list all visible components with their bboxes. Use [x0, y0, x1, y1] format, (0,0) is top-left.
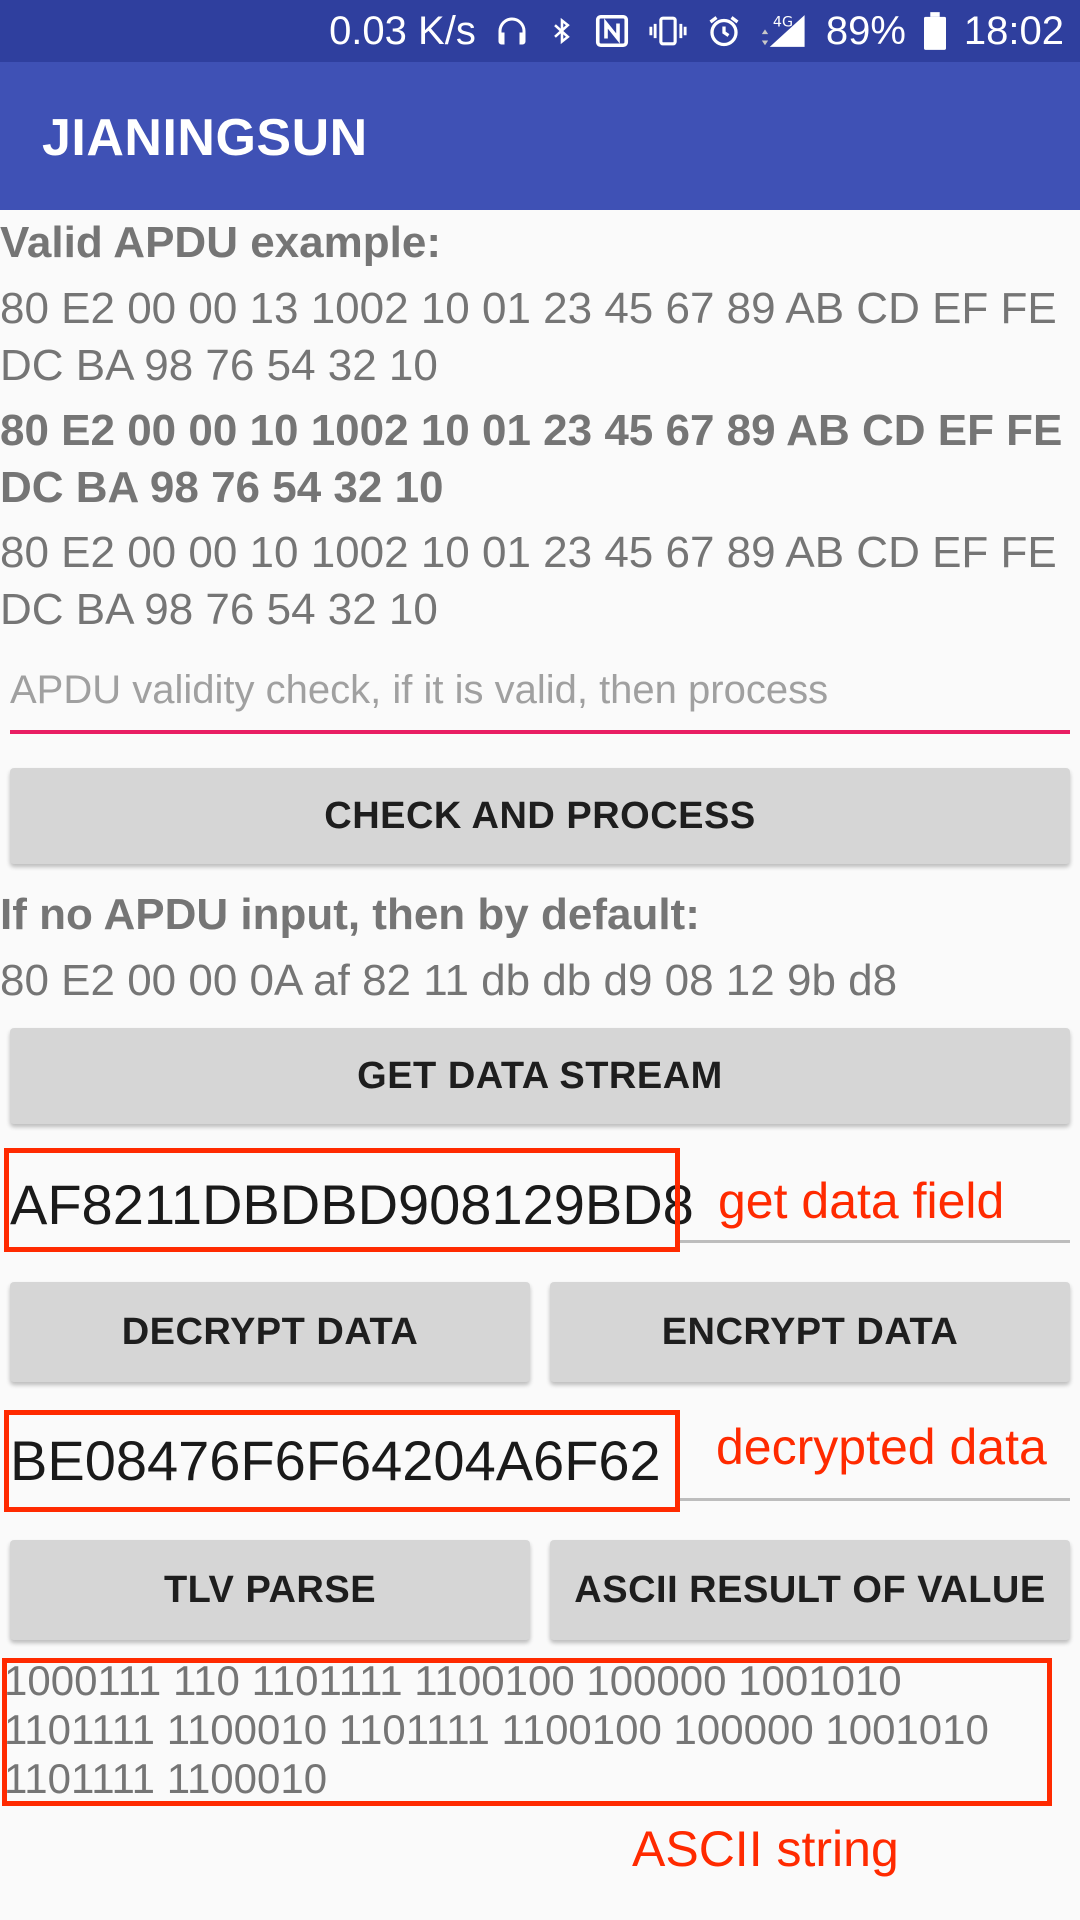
app-title: JIANINGSUN [42, 109, 368, 167]
clock: 18:02 [963, 8, 1064, 53]
check-and-process-button[interactable]: CHECK AND PROCESS [10, 768, 1070, 864]
svg-text:4G: 4G [773, 14, 793, 30]
battery-percentage: 89% [825, 8, 906, 53]
battery-icon [923, 12, 946, 50]
data-field-highlight [4, 1148, 680, 1252]
headphones-icon [494, 13, 530, 49]
ascii-output-highlight [2, 1658, 1052, 1806]
decrypted-field-highlight [4, 1410, 680, 1512]
signal-icon: 4G [760, 12, 808, 50]
vibrate-icon [648, 13, 688, 49]
ascii-output-annotation: ASCII string [632, 1821, 899, 1877]
nfc-icon [594, 13, 630, 49]
tlv-parse-button[interactable]: TLV PARSE [10, 1540, 530, 1640]
example-apdu-1: 80 E2 00 00 13 1002 10 01 23 45 67 89 AB… [0, 284, 1057, 390]
network-speed: 0.03 K/s [329, 8, 476, 53]
ascii-result-button[interactable]: ASCII RESULT OF VALUE [550, 1540, 1070, 1640]
example-apdu-3: 80 E2 00 00 10 1002 10 01 23 45 67 89 AB… [0, 528, 1057, 634]
default-heading: If no APDU input, then by default: [0, 890, 700, 939]
alarm-icon [706, 13, 742, 49]
apdu-input[interactable]: APDU validity check, if it is valid, the… [10, 668, 828, 713]
apdu-input-underline [10, 730, 1070, 734]
examples-heading: Valid APDU example: [0, 218, 441, 267]
app-bar: JIANINGSUN [0, 62, 1080, 210]
example-apdu-2: 80 E2 00 00 10 1002 10 01 23 45 67 89 AB… [0, 406, 1063, 512]
get-data-stream-button[interactable]: GET DATA STREAM [10, 1028, 1070, 1124]
status-bar: 0.03 K/s 4G 89% 18:02 [0, 0, 1080, 62]
default-apdu: 80 E2 00 00 0A af 82 11 db db d9 08 12 9… [0, 956, 898, 1005]
bluetooth-icon [548, 12, 576, 50]
data-field-annotation: get data field [718, 1173, 1005, 1229]
decrypted-field-annotation: decrypted data [716, 1419, 1047, 1475]
data-field-underline [680, 1240, 1070, 1243]
encrypt-data-button[interactable]: ENCRYPT DATA [550, 1282, 1070, 1382]
decrypt-data-button[interactable]: DECRYPT DATA [10, 1282, 530, 1382]
decrypted-field-underline [680, 1498, 1070, 1501]
